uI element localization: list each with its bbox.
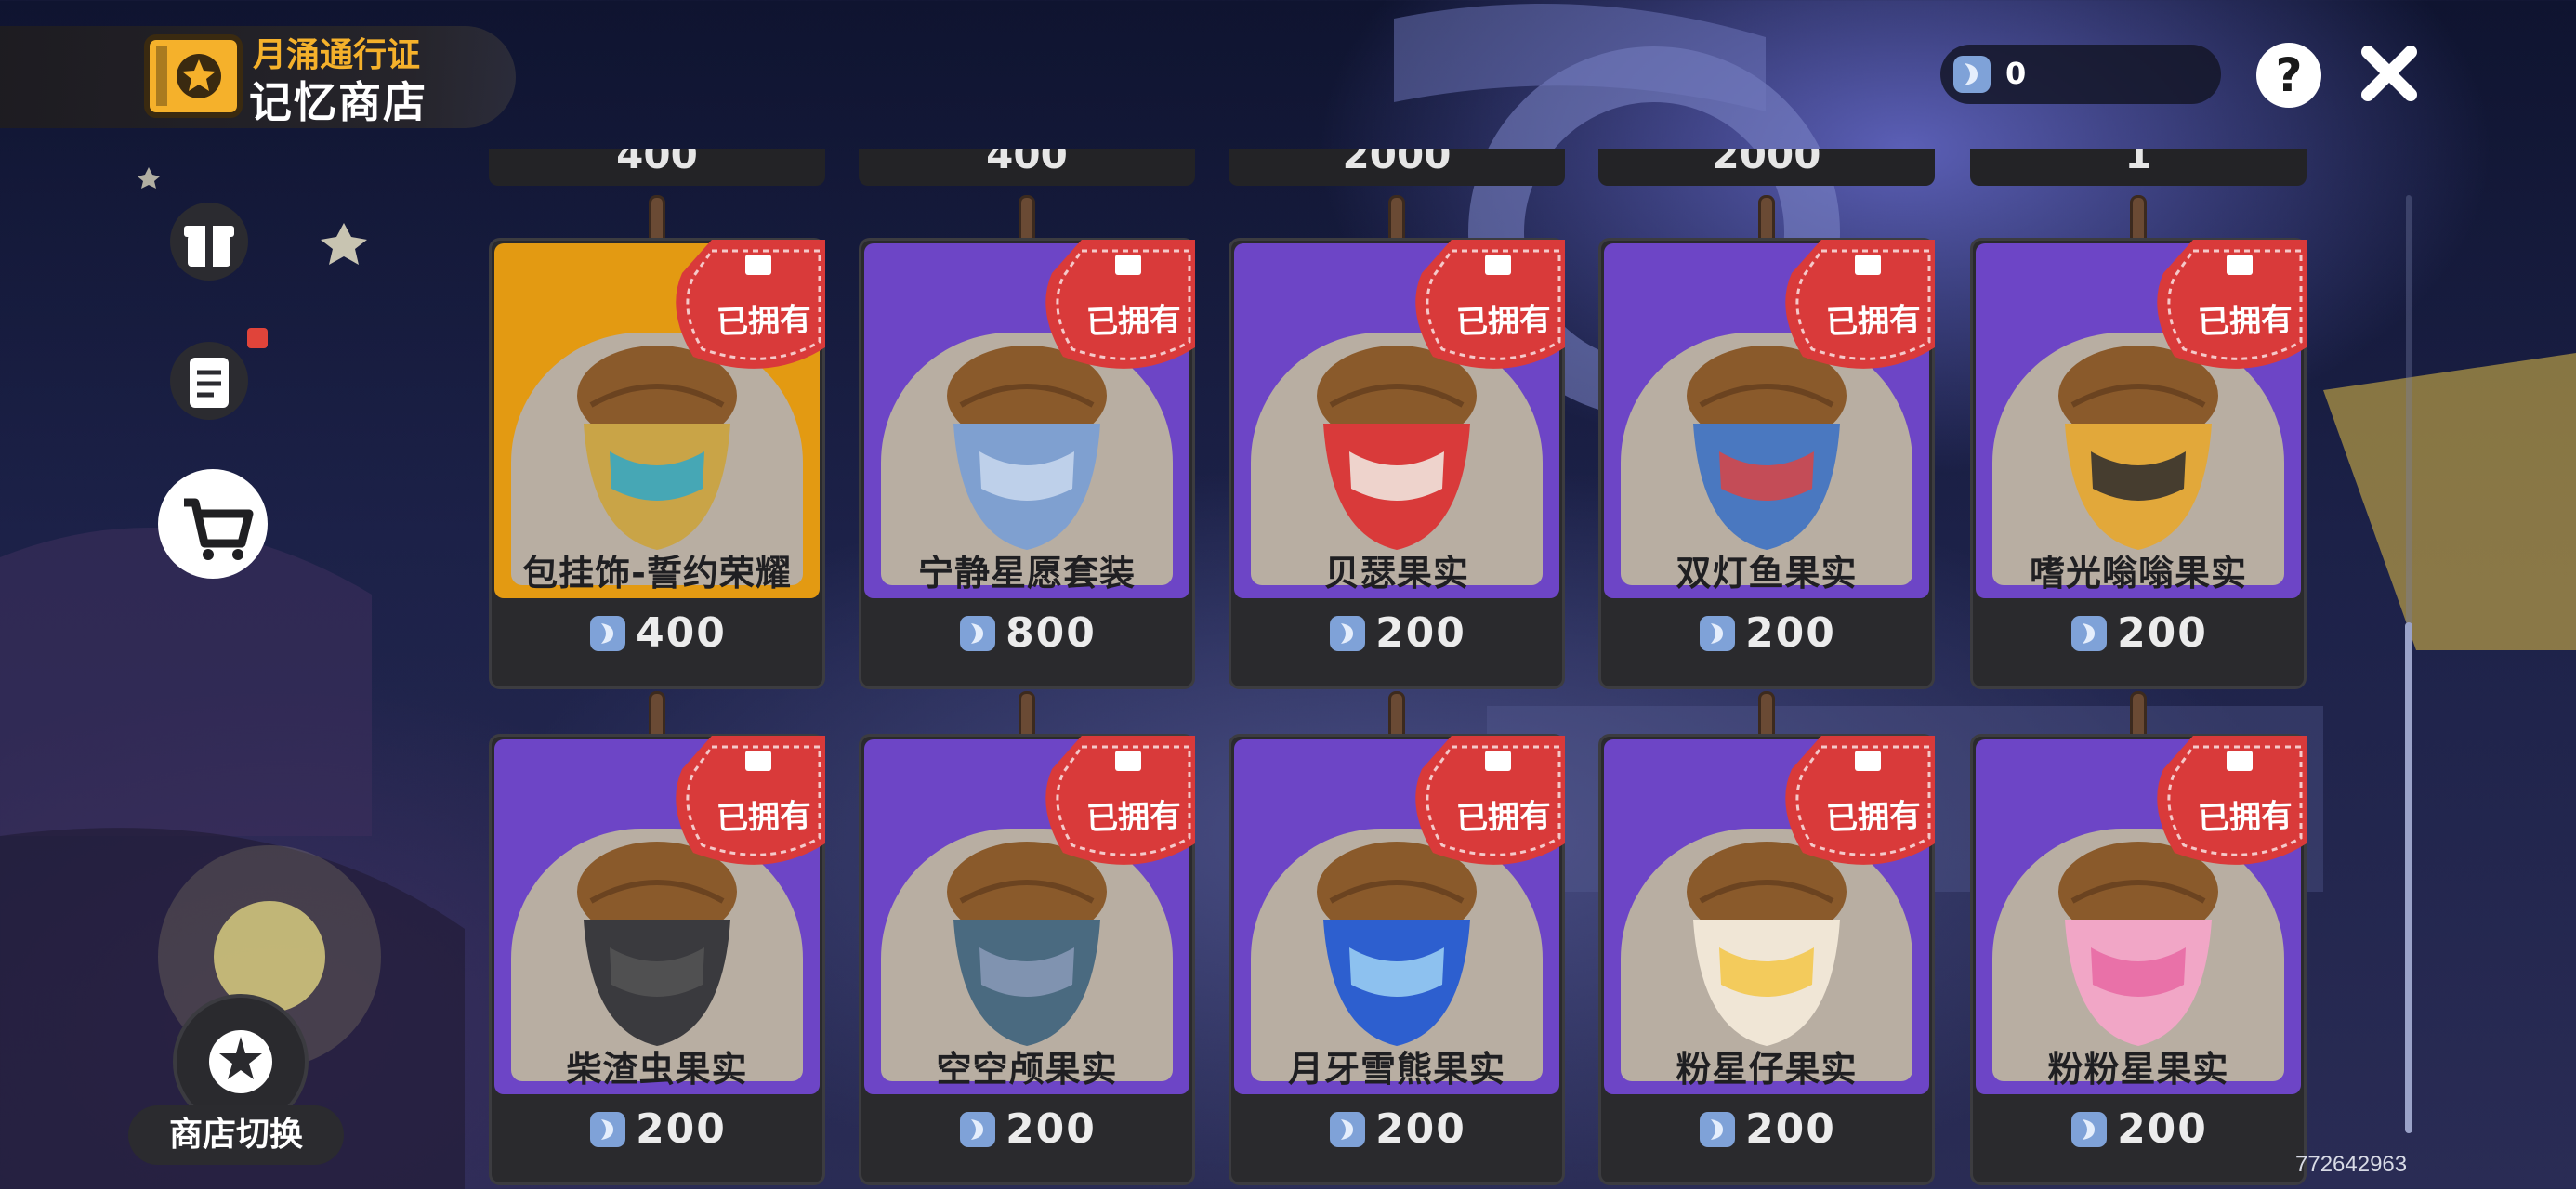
item-name: 贝瑟果实 [1323,553,1469,594]
item-name: 粉星仔果实 [1676,1049,1858,1090]
shop-item-card[interactable]: 已拥有 嗜光嗡嗡果实 200 [1970,195,2307,695]
moon-token-icon [960,615,996,651]
price-row: 200 [494,1105,820,1180]
shop-item-card[interactable]: 已拥有 宁静星愿套装 800 [859,195,1195,695]
page-title: 记忆商店 [249,77,427,127]
price-row: 200 [1604,1105,1929,1180]
shop-tab[interactable] [158,469,268,579]
partial-price: 400 [986,149,1068,177]
shop-item-card[interactable]: 已拥有 包挂饰-誓约荣耀 400 [489,195,825,695]
shop-item-card[interactable]: 已拥有 粉星仔果实 200 [1598,691,1935,1189]
partial-price: 1 [2124,149,2152,177]
moon-token-icon [2071,615,2108,651]
owned-label: 已拥有 [716,301,812,342]
owned-label: 已拥有 [1825,797,1922,838]
partial-card[interactable]: 400 [489,149,825,186]
item-price: 200 [2117,1105,2208,1153]
partial-price: 400 [616,149,698,177]
currency-value: 0 [2005,56,2027,91]
price-row: 400 [494,609,820,684]
help-button[interactable]: ? [2256,43,2321,108]
item-price: 200 [1005,1105,1097,1153]
owned-label: 已拥有 [716,797,812,838]
moon-token-icon [1953,56,1991,93]
pass-ticket-icon [144,34,243,118]
task-list-icon[interactable] [167,339,251,423]
item-name: 包挂饰-誓约荣耀 [522,553,792,594]
moon-token-icon [1330,615,1366,651]
item-name: 空空颅果实 [936,1049,1118,1090]
price-row: 200 [1604,609,1929,684]
user-id-watermark: 772642963 [2295,1152,2408,1177]
price-row: 200 [1234,1105,1559,1180]
partial-card[interactable]: 2000 [1598,149,1935,186]
item-price: 800 [1005,609,1097,657]
price-row: 800 [864,609,1189,684]
moon-token-icon [1700,1111,1736,1147]
close-icon[interactable] [2357,41,2422,106]
item-price: 200 [2117,609,2208,657]
partial-card[interactable]: 2000 [1229,149,1565,186]
notification-dot [247,328,268,348]
owned-label: 已拥有 [1455,797,1552,838]
item-price: 200 [1375,1105,1466,1153]
shop-item-card[interactable]: 已拥有 粉粉星果实 200 [1970,691,2307,1189]
moon-token-icon [2071,1111,2108,1147]
partial-price: 2000 [1712,149,1821,177]
owned-label: 已拥有 [1085,301,1182,342]
currency-display: 0 [1940,45,2221,104]
owned-label: 已拥有 [2197,301,2293,342]
item-name: 月牙雪熊果实 [1287,1049,1505,1090]
partial-price: 2000 [1342,149,1452,177]
item-price: 200 [1375,609,1466,657]
owned-label: 已拥有 [1825,301,1922,342]
moon-token-icon [590,1111,626,1147]
shop-item-card[interactable]: 已拥有 空空颅果实 200 [859,691,1195,1189]
item-name: 宁静星愿套装 [917,553,1136,594]
item-price: 200 [636,1105,727,1153]
gift-icon[interactable] [167,200,251,283]
shop-item-card[interactable]: 已拥有 柴渣虫果实 200 [489,691,825,1189]
item-price: 200 [1745,609,1836,657]
partial-card[interactable]: 400 [859,149,1195,186]
owned-label: 已拥有 [1085,797,1182,838]
price-row: 200 [1234,609,1559,684]
moon-token-icon [590,615,626,651]
partial-card[interactable]: 1 [1970,149,2307,186]
moon-token-icon [1700,615,1736,651]
price-row: 200 [864,1105,1189,1180]
owned-label: 已拥有 [1455,301,1552,342]
owned-label: 已拥有 [2197,797,2293,838]
item-name: 粉粉星果实 [2047,1049,2229,1090]
item-price: 200 [1745,1105,1836,1153]
item-name: 双灯鱼果实 [1676,553,1858,594]
shop-item-card[interactable]: 已拥有 贝瑟果实 200 [1229,195,1565,695]
shop-cart-icon [184,498,254,560]
moon-token-icon [1330,1111,1366,1147]
item-name: 柴渣虫果实 [566,1049,748,1090]
price-row: 200 [1976,1105,2301,1180]
shop-item-card[interactable]: 已拥有 月牙雪熊果实 200 [1229,691,1565,1189]
item-price: 400 [636,609,727,657]
scrollbar-thumb[interactable] [2405,622,2412,1133]
moon-token-icon [960,1111,996,1147]
item-name: 嗜光嗡嗡果实 [2029,553,2247,594]
shop-switch-button[interactable]: 商店切换 [128,1105,344,1165]
shop-item-card[interactable]: 已拥有 双灯鱼果实 200 [1598,195,1935,695]
price-row: 200 [1976,609,2301,684]
